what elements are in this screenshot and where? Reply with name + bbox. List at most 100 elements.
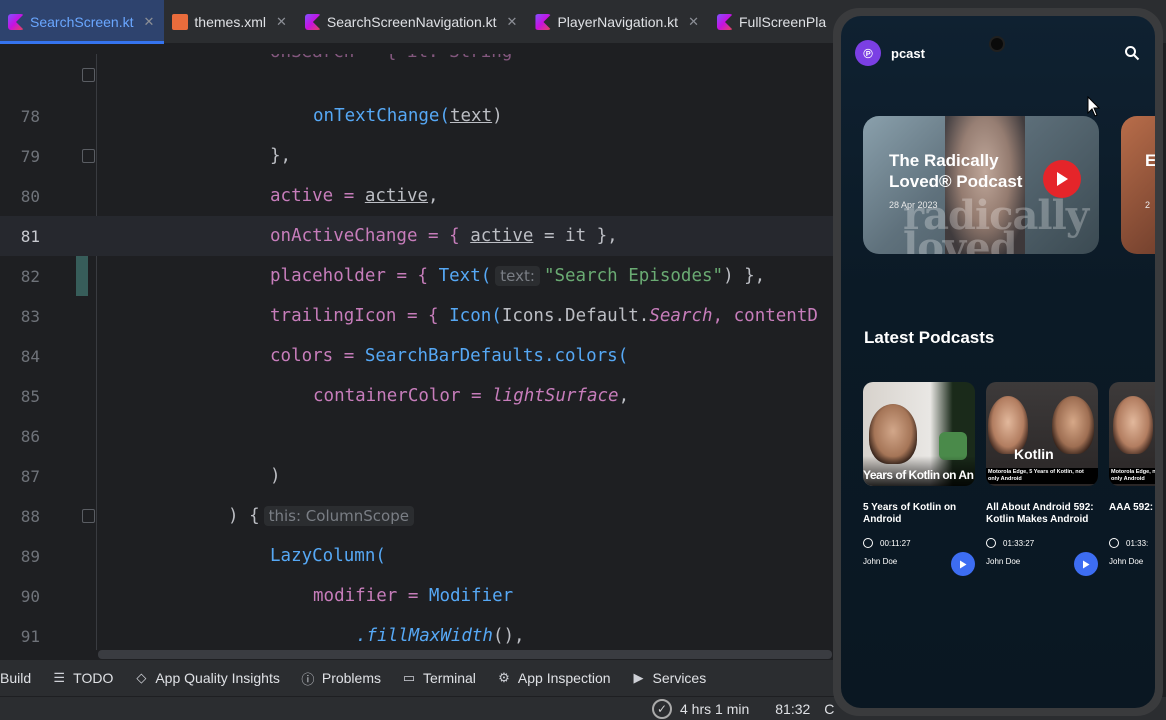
code-token: onTextChange(: [313, 106, 450, 126]
podcast-card[interactable]: Motorola Edge, not only Android AAA 592:…: [1109, 382, 1155, 566]
fold-marker-icon[interactable]: [82, 149, 95, 163]
tab-playernavigation[interactable]: PlayerNavigation.kt ✕: [527, 0, 709, 44]
emulator-screen[interactable]: ℗ pcast radically loved The Radically Lo…: [841, 16, 1155, 708]
close-icon[interactable]: ✕: [507, 14, 518, 30]
code-editor[interactable]: onSearch = { it: String 78 onTextChange(…: [0, 54, 836, 650]
tool-app-inspection[interactable]: ⚙ App Inspection: [496, 670, 610, 686]
thumbnail-kotlin-label: Kotlin: [1014, 446, 1054, 462]
line-number: 79: [20, 146, 40, 166]
tab-searchscreen[interactable]: SearchScreen.kt ✕: [0, 0, 165, 44]
code-text: placeholder = { Text(text: "Search Episod…: [270, 266, 765, 286]
play-icon: [1057, 172, 1068, 186]
podcast-thumbnail: Kotlin Motorola Edge, 5 Years of Kotlin,…: [986, 382, 1098, 486]
code-token: containerColor: [313, 386, 461, 406]
code-token: trailingIcon: [270, 306, 397, 326]
tab-searchscreennavigation[interactable]: SearchScreenNavigation.kt ✕: [297, 0, 528, 44]
podcast-title: AAA 592: Android I: [1109, 502, 1155, 513]
status-trailing[interactable]: C: [824, 701, 834, 717]
line-number: 87: [20, 466, 40, 486]
fold-marker-icon[interactable]: [82, 68, 95, 82]
emulator-device-frame: ℗ pcast radically loved The Radically Lo…: [833, 8, 1163, 716]
time-tracking[interactable]: 4 hrs 1 min: [680, 701, 749, 717]
tool-services[interactable]: ▶ Services: [631, 670, 707, 686]
code-token: = {: [385, 266, 439, 286]
thumbnail-person: [869, 404, 917, 464]
code-token: active: [364, 186, 429, 206]
code-line: onSearch = { it: String: [0, 54, 836, 78]
tool-app-quality-insights[interactable]: ◇ App Quality Insights: [133, 670, 280, 686]
tool-build[interactable]: Build: [0, 670, 31, 686]
thumbnail-person: [1113, 396, 1153, 454]
code-text: onTextChange(text): [313, 106, 503, 126]
tool-problems[interactable]: ⓘ Problems: [300, 670, 381, 687]
podcast-author: John Doe: [1109, 557, 1144, 566]
close-icon[interactable]: ✕: [276, 14, 287, 30]
tool-label: Services: [652, 670, 707, 686]
podcast-card[interactable]: Years of Kotlin on An 5 Years of Kotlin …: [863, 382, 975, 576]
xml-file-icon: [172, 14, 189, 30]
cursor-position[interactable]: 81:32: [775, 701, 810, 717]
code-line: 89 LazyColumn(: [0, 536, 836, 576]
code-line: 80 active = active,: [0, 176, 836, 216]
close-icon[interactable]: ✕: [688, 14, 699, 30]
code-token: LazyColumn(: [270, 546, 386, 566]
tool-label: TODO: [73, 670, 114, 686]
camera-icon: [991, 38, 1003, 50]
code-token: Icons.: [501, 306, 566, 326]
tab-fullscreenplayer[interactable]: FullScreenPla: [709, 0, 836, 44]
code-line: 87 ): [0, 456, 836, 496]
close-icon[interactable]: ✕: [144, 14, 155, 30]
podcast-play-button[interactable]: [1074, 552, 1098, 576]
featured-title: The Radically Loved® Podcast: [889, 151, 1023, 191]
tab-label: SearchScreen.kt: [30, 14, 134, 30]
code-token: "Search Episodes": [543, 266, 724, 286]
tool-label: Terminal: [423, 670, 476, 686]
play-icon: [1083, 560, 1090, 568]
featured-title: E E: [1145, 151, 1155, 170]
code-token: onActiveChange: [270, 226, 418, 246]
thumbnail-subcaption: Motorola Edge, not only Android: [1109, 468, 1155, 484]
featured-date: 28 Apr 2023: [889, 200, 938, 210]
clock-icon: [1109, 538, 1119, 548]
code-token: = it },: [533, 226, 618, 246]
code-line: 78 onTextChange(text): [0, 96, 836, 136]
tab-themes[interactable]: themes.xml ✕: [164, 0, 296, 44]
app-title: pcast: [891, 46, 925, 61]
search-icon[interactable]: [1124, 45, 1140, 61]
featured-date: 2: [1145, 200, 1151, 210]
code-token: onSearch = { it: String: [270, 54, 512, 62]
thumbnail-caption: Years of Kotlin on An: [863, 456, 975, 486]
code-text: },: [270, 146, 291, 166]
code-token: ): [492, 106, 503, 126]
tool-terminal[interactable]: ▭ Terminal: [401, 670, 476, 686]
podcast-duration: 01:33:27: [1003, 538, 1035, 548]
code-token: lightSurface: [492, 386, 619, 406]
code-token: text: [449, 106, 493, 126]
section-title: Latest Podcasts: [864, 328, 995, 347]
podcast-card[interactable]: Kotlin Motorola Edge, 5 Years of Kotlin,…: [986, 382, 1098, 576]
line-number: 81: [20, 226, 40, 246]
line-number: 82: [20, 266, 40, 286]
tool-todo[interactable]: ☰ TODO: [51, 670, 113, 686]
code-text: ) {this: ColumnScope: [228, 506, 418, 526]
code-line: 88 ) {this: ColumnScope: [0, 496, 836, 536]
podcast-play-button[interactable]: [951, 552, 975, 576]
code-token: colors: [270, 346, 334, 366]
code-line: 90 modifier = Modifier: [0, 576, 836, 616]
tab-label: FullScreenPla: [738, 14, 827, 30]
code-token: ): [270, 466, 281, 486]
code-line: 83 trailingIcon = { Icon(Icons.Default.S…: [0, 296, 836, 336]
fold-marker-icon[interactable]: [82, 509, 95, 523]
app-logo-icon: ℗: [855, 40, 881, 66]
featured-podcast-card[interactable]: E E 2: [1121, 116, 1155, 254]
play-button[interactable]: [1043, 160, 1081, 198]
code-token: placeholder: [270, 266, 386, 286]
check-circle-icon[interactable]: ✓: [652, 699, 672, 719]
line-number: 78: [20, 106, 40, 126]
podcast-title: All About Android 592: Kotlin Makes Andr…: [986, 502, 1094, 528]
code-token: =: [333, 186, 365, 206]
horizontal-scrollbar[interactable]: [98, 650, 832, 659]
podcast-duration-row: 01:33:: [1109, 538, 1155, 548]
featured-podcast-card[interactable]: radically loved The Radically Loved® Pod…: [863, 116, 1099, 254]
tab-label: SearchScreenNavigation.kt: [326, 14, 497, 30]
